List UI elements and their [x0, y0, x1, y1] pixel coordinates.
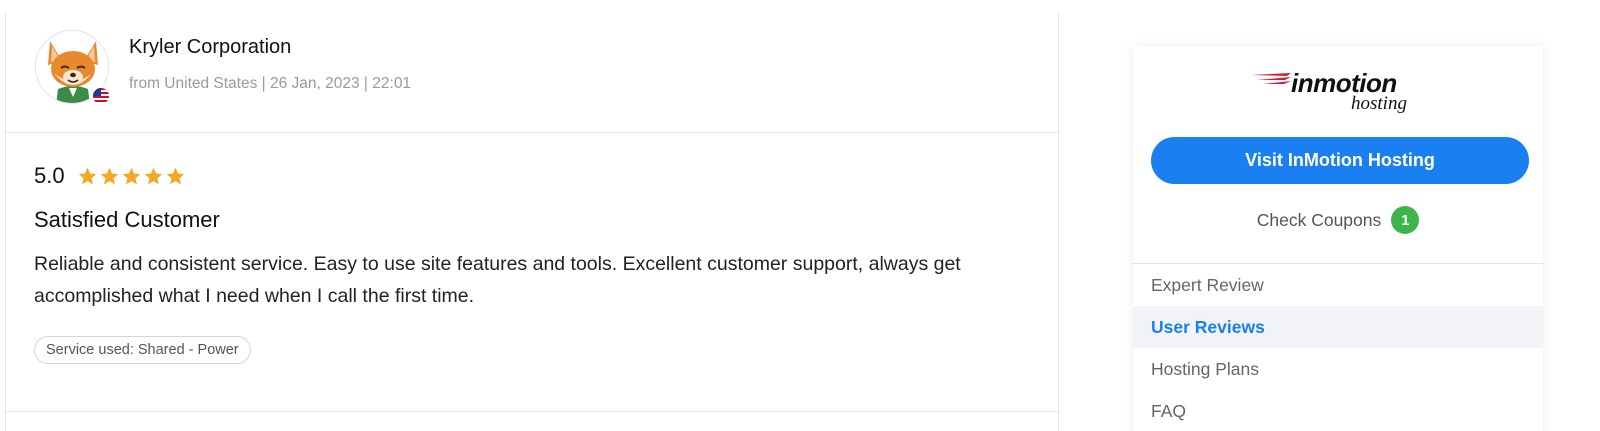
rating-row: 5.0: [34, 162, 1018, 190]
inmotion-logo[interactable]: inmotion hosting: [1251, 68, 1431, 118]
coupons-count-badge: 1: [1391, 206, 1420, 234]
avatar: [35, 30, 111, 106]
star-icon: [100, 167, 118, 184]
check-coupons-label: Check Coupons: [1256, 209, 1382, 230]
review-card: Kryler Corporation from United States | …: [5, 12, 1059, 431]
visit-inmotion-button[interactable]: Visit InMotion Hosting: [1151, 137, 1529, 184]
star-icon: [166, 167, 184, 184]
page: Kryler Corporation from United States | …: [0, 0, 1600, 431]
logo-sub-text: hosting: [1351, 93, 1407, 114]
star-icon: [78, 167, 96, 184]
us-flag-icon: [91, 86, 111, 106]
sidebar-nav: Expert Review User Reviews Hosting Plans…: [1133, 264, 1543, 431]
rating-value: 5.0: [34, 163, 65, 188]
review-title: Satisfied Customer: [34, 207, 220, 232]
swoosh-icon: [1251, 73, 1291, 84]
star-icon: [122, 167, 140, 184]
review-body: 5.0 Satisfied Customer Reliable and cons…: [34, 162, 1018, 364]
service-tag: Service used: Shared - Power: [34, 336, 251, 364]
nav-item-user-reviews[interactable]: User Reviews: [1133, 306, 1543, 348]
reviewer-name: Kryler Corporation: [129, 36, 292, 58]
star-rating: [77, 166, 186, 187]
star-icon: [144, 167, 162, 184]
sidebar-top: inmotion hosting Visit InMotion Hosting …: [1133, 46, 1543, 264]
review-text: Reliable and consistent service. Easy to…: [34, 253, 961, 307]
nav-item-faq[interactable]: FAQ: [1133, 390, 1543, 431]
reviewer-meta: from United States | 26 Jan, 2023 | 22:0…: [129, 75, 412, 92]
nav-item-hosting-plans[interactable]: Hosting Plans: [1133, 348, 1543, 390]
provider-sidebar: inmotion hosting Visit InMotion Hosting …: [1133, 46, 1543, 431]
check-coupons-link[interactable]: Check Coupons 1: [1133, 206, 1543, 234]
nav-item-expert-review[interactable]: Expert Review: [1133, 264, 1543, 306]
divider: [6, 411, 1058, 412]
review-header: Kryler Corporation from United States | …: [6, 12, 1058, 133]
